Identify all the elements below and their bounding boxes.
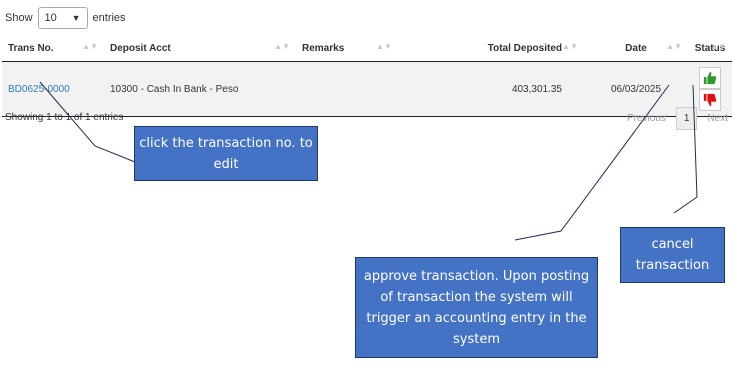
pagination: Previous 1 Next xyxy=(627,107,728,130)
entries-select[interactable]: 10 ▼ xyxy=(37,7,88,29)
edit-callout-text: click the transaction no. to edit xyxy=(139,135,313,172)
thumbs-down-icon xyxy=(703,93,717,107)
approve-button[interactable] xyxy=(699,67,721,89)
col-total-deposited[interactable]: Total Deposited ▲▼ xyxy=(398,35,584,62)
entries-select-value: 10 xyxy=(44,12,57,24)
col-status[interactable]: Status ▲▼ xyxy=(688,35,732,62)
chevron-down-icon: ▼ xyxy=(71,13,81,23)
table-header-row: Trans No. ▲▼ Deposit Acct ▲▼ Remarks ▲▼ Tot… xyxy=(2,35,732,62)
table-info: Showing 1 to 1 of 1 entries xyxy=(5,112,124,123)
cancel-callout: cancel transaction xyxy=(620,227,725,283)
sort-icon: ▲▼ xyxy=(376,42,392,51)
next-button[interactable]: Next xyxy=(707,113,728,124)
trans-no-link[interactable]: BD0625-0000 xyxy=(8,84,70,95)
col-date[interactable]: Date ▲▼ xyxy=(584,35,688,62)
sort-icon: ▲▼ xyxy=(82,42,98,51)
show-label: Show xyxy=(5,12,33,24)
page-1-button[interactable]: 1 xyxy=(675,107,698,130)
table-row: BD0625-0000 10300 - Cash In Bank - Peso … xyxy=(2,61,732,117)
remarks-cell xyxy=(296,61,398,117)
thumbs-up-icon xyxy=(703,71,717,85)
approve-callout-text: approve transaction. Upon posting of tra… xyxy=(363,268,590,347)
previous-button[interactable]: Previous xyxy=(627,113,666,124)
sort-icon: ▲▼ xyxy=(562,42,578,51)
entries-label: entries xyxy=(92,12,126,24)
edit-callout: click the transaction no. to edit xyxy=(134,126,318,181)
cancel-callout-text: cancel transaction xyxy=(635,237,710,273)
length-menu: Show 10 ▼ entries xyxy=(5,7,126,29)
deposit-acct-cell: 10300 - Cash In Bank - Peso xyxy=(104,61,296,117)
deposit-table: Trans No. ▲▼ Deposit Acct ▲▼ Remarks ▲▼ Tot… xyxy=(2,35,732,117)
col-deposit-acct[interactable]: Deposit Acct ▲▼ xyxy=(104,35,296,62)
approve-callout: approve transaction. Upon posting of tra… xyxy=(355,257,598,358)
col-trans-no[interactable]: Trans No. ▲▼ xyxy=(2,35,104,62)
sort-icon: ▲▼ xyxy=(710,42,726,51)
total-deposited-cell: 403,301.35 xyxy=(398,61,584,117)
sort-icon: ▲▼ xyxy=(666,42,682,51)
sort-icon: ▲▼ xyxy=(274,42,290,51)
col-remarks[interactable]: Remarks ▲▼ xyxy=(296,35,398,62)
